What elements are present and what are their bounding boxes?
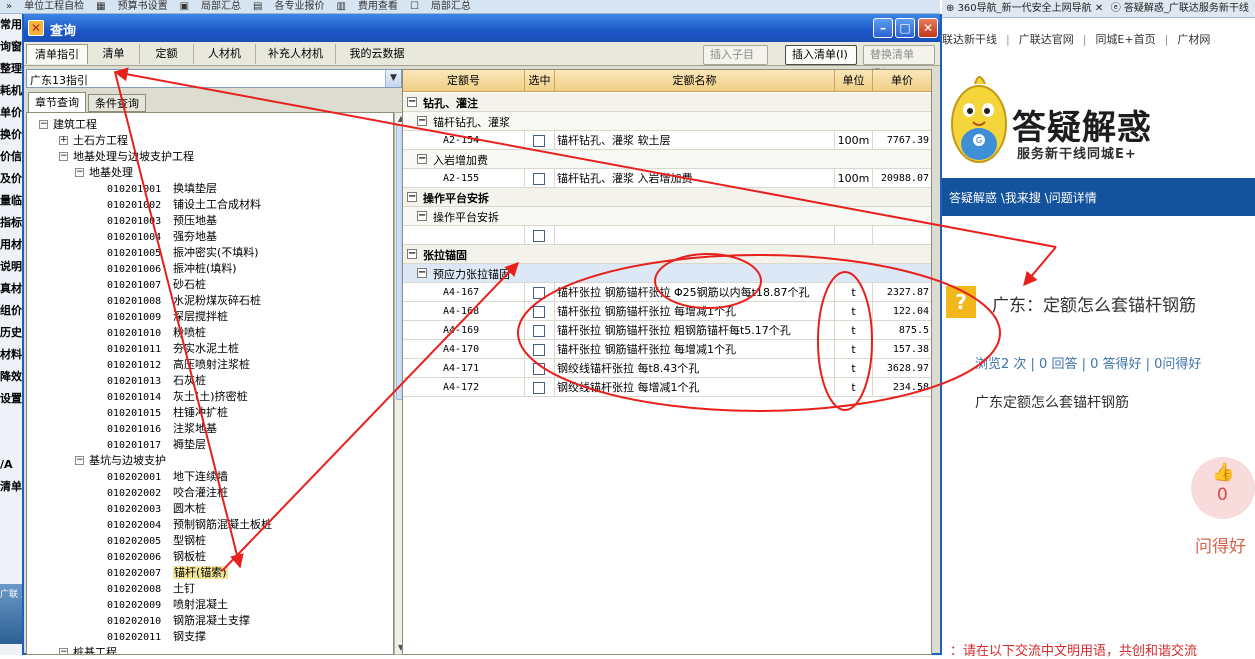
arrow-to-question <box>1023 246 1057 287</box>
circle-unit-column <box>817 271 873 411</box>
circle-diameter-note <box>654 253 762 309</box>
arrow-to-region-select <box>113 67 1057 248</box>
arrow-to-prestress-group <box>221 261 519 572</box>
circle-anchor-rows <box>517 254 1001 412</box>
annotation-layer <box>113 67 1057 572</box>
arrow-to-anchor-item <box>114 71 244 569</box>
